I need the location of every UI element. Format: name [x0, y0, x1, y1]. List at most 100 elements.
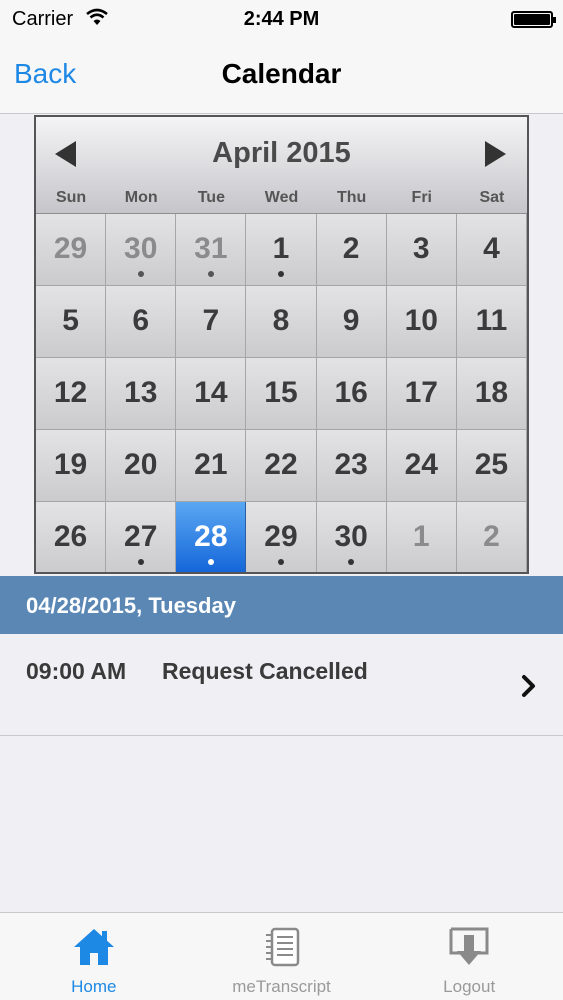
calendar-day[interactable]: 3: [386, 214, 457, 286]
day-number: 16: [334, 376, 368, 409]
tab-metranscript-label: meTranscript: [232, 977, 331, 996]
status-time: 2:44 PM: [243, 8, 320, 30]
calendar-day[interactable]: 30: [316, 502, 387, 572]
event-time: 09:00 AM: [26, 658, 127, 684]
day-number: 10: [404, 304, 438, 337]
calendar-day[interactable]: 9: [316, 286, 387, 358]
weekday-row: Sun Mon Tue Wed Thu Fri Sat: [36, 189, 527, 207]
weekday-label: Wed: [264, 189, 299, 206]
day-number: 9: [342, 304, 360, 337]
day-number: 25: [474, 448, 509, 481]
calendar-day[interactable]: 11: [456, 286, 527, 358]
day-number: 26: [53, 520, 88, 553]
tab-metranscript[interactable]: meTranscript: [188, 913, 376, 1000]
battery-icon: [511, 11, 556, 28]
weekday-label: Sat: [479, 189, 505, 206]
calendar-day[interactable]: 1: [386, 502, 457, 572]
calendar-day[interactable]: 19: [36, 430, 107, 502]
calendar-day[interactable]: 16: [316, 358, 387, 430]
weekday-label: Fri: [411, 189, 432, 206]
day-number: 29: [264, 520, 298, 553]
calendar-header: April 2015 Sun Mon Tue Wed Thu Fri Sat: [36, 117, 527, 214]
calendar-day-selected[interactable]: 28: [176, 502, 247, 572]
calendar-day[interactable]: 17: [386, 358, 457, 430]
calendar-day[interactable]: 29: [36, 214, 107, 286]
calendar-day[interactable]: 5: [36, 286, 107, 358]
calendar-day[interactable]: 13: [106, 358, 177, 430]
event-dot-icon: [207, 559, 214, 565]
day-number: 31: [194, 232, 228, 265]
calendar-day[interactable]: 2: [456, 502, 527, 572]
day-number: 30: [334, 520, 368, 553]
calendar-day[interactable]: 26: [36, 502, 107, 572]
calendar-day[interactable]: 12: [36, 358, 107, 430]
day-number: 8: [272, 304, 290, 337]
tab-home[interactable]: Home: [0, 913, 188, 1000]
weekday-label: Sun: [55, 189, 87, 206]
event-title: Request Cancelled: [162, 658, 368, 684]
day-number: 1: [272, 232, 290, 265]
calendar-day[interactable]: 29: [246, 502, 317, 572]
calendar-day[interactable]: 23: [316, 430, 387, 502]
selected-date-header: 04/28/2015, Tuesday: [0, 576, 563, 634]
selected-date-label: 04/28/2015, Tuesday: [26, 593, 236, 618]
day-number: 6: [132, 304, 150, 337]
calendar-day[interactable]: 20: [106, 430, 177, 502]
day-number: 27: [124, 520, 158, 553]
calendar-day[interactable]: 22: [246, 430, 317, 502]
event-dot-icon: [277, 271, 284, 277]
page-title: Calendar: [221, 58, 342, 89]
calendar-day[interactable]: 31: [176, 214, 247, 286]
calendar-day[interactable]: 15: [246, 358, 317, 430]
calendar-day[interactable]: 25: [456, 430, 527, 502]
day-number: 20: [124, 448, 158, 481]
day-number: 13: [124, 376, 158, 409]
day-number: 2: [483, 520, 500, 553]
day-number: 23: [334, 448, 368, 481]
notepad-icon: [265, 927, 299, 967]
calendar-day[interactable]: 21: [176, 430, 247, 502]
calendar-day[interactable]: 6: [106, 286, 177, 358]
day-number: 14: [194, 376, 228, 409]
calendar-day[interactable]: 8: [246, 286, 317, 358]
day-number: 30: [124, 232, 158, 265]
tab-logout[interactable]: Logout: [375, 913, 563, 1000]
calendar-day[interactable]: 4: [456, 214, 527, 286]
calendar-day[interactable]: 27: [106, 502, 177, 572]
day-number: 7: [202, 304, 220, 337]
calendar-day[interactable]: 24: [386, 430, 457, 502]
calendar-day[interactable]: 30: [106, 214, 177, 286]
chevron-right-icon: [522, 675, 535, 697]
calendar-day[interactable]: 1: [246, 214, 317, 286]
event-dot-icon: [207, 271, 214, 277]
calendar-day[interactable]: 10: [386, 286, 457, 358]
day-number: 18: [474, 376, 509, 409]
event-row[interactable]: 09:00 AM Request Cancelled: [0, 634, 563, 736]
tab-logout-label: Logout: [443, 977, 496, 996]
weekday-label: Tue: [197, 189, 225, 206]
day-number: 1: [412, 520, 430, 553]
day-number: 3: [412, 232, 430, 265]
day-number: 29: [53, 232, 88, 265]
day-number: 17: [404, 376, 438, 409]
calendar-day[interactable]: 2: [316, 214, 387, 286]
day-number: 24: [404, 448, 438, 481]
day-number: 2: [342, 232, 360, 265]
month-label: April 2015: [212, 137, 351, 169]
event-dot-icon: [137, 559, 144, 565]
weekday-label: Thu: [336, 189, 367, 206]
calendar-day[interactable]: 14: [176, 358, 247, 430]
day-number: 12: [53, 376, 88, 409]
event-dot-icon: [348, 559, 355, 565]
tab-bar: Home meTranscript Logout: [0, 912, 563, 1000]
nav-bar: Back Calendar: [0, 38, 563, 114]
weekday-label: Mon: [124, 189, 158, 206]
calendar-day[interactable]: 7: [176, 286, 247, 358]
day-number: 22: [264, 448, 298, 481]
calendar-grid: 29 30 31 1 2 3 4 5 6 7 8 9 10 11 12 13 14 15 16 17 18 19 20 21 2…: [36, 214, 527, 572]
day-number: 4: [483, 232, 500, 265]
next-month-arrow-icon[interactable]: [485, 141, 506, 167]
calendar: April 2015 Sun Mon Tue Wed Thu Fri Sat 29 30 31 1…: [34, 115, 529, 574]
day-number: 21: [194, 448, 228, 481]
calendar-day[interactable]: 18: [456, 358, 527, 430]
